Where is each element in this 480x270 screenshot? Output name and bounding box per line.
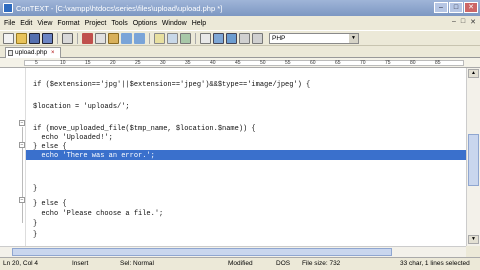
replace-icon[interactable] [180,32,191,44]
scroll-down-icon[interactable]: ▼ [468,235,479,244]
doc-restore-button[interactable]: □ [461,18,465,26]
menu-window[interactable]: Window [162,20,187,27]
menu-tools[interactable]: Tools [111,20,127,27]
cut-icon[interactable] [82,32,93,44]
save-icon[interactable] [29,32,40,44]
paste-icon[interactable] [108,32,119,44]
ruler-mark: 35 [185,60,191,66]
ruler-mark: 15 [85,60,91,66]
ruler-mark: 45 [235,60,241,66]
window-controls: – □ ✕ [434,2,478,13]
undo-icon[interactable] [121,32,132,44]
close-tab-icon[interactable]: × [51,50,57,56]
ruler-mark: 85 [435,60,441,66]
doc-close-button[interactable]: ✕ [470,18,476,26]
ruler: 5 10 15 20 25 30 35 40 45 50 55 60 65 70 75 80 85 [0,58,480,68]
tab-strip: upload.php × [0,46,480,58]
app-icon [3,3,13,13]
close-button[interactable]: ✕ [464,2,478,13]
code-line[interactable]: if ($extension=='jpg'||$extension=='jpeg… [33,80,310,91]
line-format: DOS [276,260,291,267]
gutter: − − − [0,68,26,246]
toolbar-separator [57,32,58,44]
maximize-button[interactable]: □ [449,2,463,13]
menu-project[interactable]: Project [85,20,107,27]
selection-info: 33 char, 1 lines selected [400,260,470,267]
chevron-down-icon: ▼ [349,33,358,43]
code-line[interactable]: } [33,219,37,230]
ruler-mark: 65 [335,60,341,66]
toolbar: PHP ▼ [0,30,480,46]
ruler-mark: 70 [360,60,366,66]
menu-file[interactable]: File [4,20,15,27]
ruler-mark: 80 [410,60,416,66]
menu-format[interactable]: Format [57,20,79,27]
word-wrap-icon[interactable] [200,32,211,44]
bookmark-icon[interactable] [213,32,224,44]
status-bar: Ln 20, Col 4 Insert Sel: Normal Modified… [0,257,480,270]
language-select[interactable]: PHP ▼ [269,32,359,44]
vertical-scroll-thumb[interactable] [468,134,479,186]
ruler-mark: 60 [310,60,316,66]
ruler-mark: 40 [210,60,216,66]
new-file-icon[interactable] [3,32,14,44]
ruler-mark: 75 [385,60,391,66]
modified-status: Modified [228,260,253,267]
fold-toggle-icon[interactable]: − [19,142,25,148]
redo-icon[interactable] [134,32,145,44]
find-icon[interactable] [154,32,165,44]
code-line[interactable]: $location = 'uploads/'; [33,102,130,113]
find-next-icon[interactable] [167,32,178,44]
file-icon [8,50,13,56]
menu-help[interactable]: Help [192,20,206,27]
minimize-button[interactable]: – [434,2,448,13]
toolbar-separator [149,32,150,44]
vertical-scrollbar[interactable]: ▲ ▼ [466,68,480,246]
doc-minimize-button[interactable]: – [452,18,456,26]
open-folder-icon[interactable] [16,32,27,44]
code-line[interactable]: echo 'Please choose a file.'; [33,209,163,220]
ruler-mark: 25 [135,60,141,66]
toolbar-separator [77,32,78,44]
copy-icon[interactable] [95,32,106,44]
tab-label: upload.php [15,49,48,56]
title-bar: ConTEXT - [C:\xampp\htdocs\series\files\… [0,0,480,16]
editor-window: ConTEXT - [C:\xampp\htdocs\series\files\… [0,0,480,270]
ruler-mark: 10 [60,60,66,66]
code-line[interactable]: } [33,230,37,241]
tab-upload-php[interactable]: upload.php × [5,47,61,58]
window-title: ConTEXT - [C:\xampp\htdocs\series\files\… [16,3,223,13]
ruler-bar: 5 10 15 20 25 30 35 40 45 50 55 60 65 70 75 80 85 [24,60,464,66]
menu-bar: File Edit View Format Project Tools Opti… [0,16,480,30]
code-editor[interactable]: − − − if ($extension=='jpg'||$extension=… [0,68,466,246]
language-value: PHP [272,34,286,42]
fold-toggle-icon[interactable]: − [19,120,25,126]
menu-edit[interactable]: Edit [20,20,32,27]
ruler-mark: 30 [160,60,166,66]
save-all-icon[interactable] [42,32,53,44]
cursor-position: Ln 20, Col 4 [3,260,39,267]
toolbar-separator [195,32,196,44]
document-controls: – □ ✕ [452,18,476,26]
menu-view[interactable]: View [37,20,52,27]
insert-mode: Insert [72,260,89,267]
ruler-mark: 55 [285,60,291,66]
horizontal-scroll-thumb[interactable] [12,248,392,256]
menu-options[interactable]: Options [133,20,157,27]
print-icon[interactable] [62,32,73,44]
scroll-up-icon[interactable]: ▲ [468,69,479,78]
outdent-icon[interactable] [252,32,263,44]
indent-icon[interactable] [239,32,250,44]
horizontal-scrollbar[interactable] [0,246,466,257]
fold-toggle-icon[interactable]: − [19,197,25,203]
ruler-mark: 50 [260,60,266,66]
code-line[interactable]: } [33,184,37,195]
ruler-mark: 5 [35,60,38,66]
ruler-mark: 20 [110,60,116,66]
run-icon[interactable] [226,32,237,44]
file-size: File size: 732 [302,260,341,267]
code-line[interactable]: echo 'There was an error.'; [33,151,154,162]
selection-mode: Sel: Normal [120,260,154,267]
